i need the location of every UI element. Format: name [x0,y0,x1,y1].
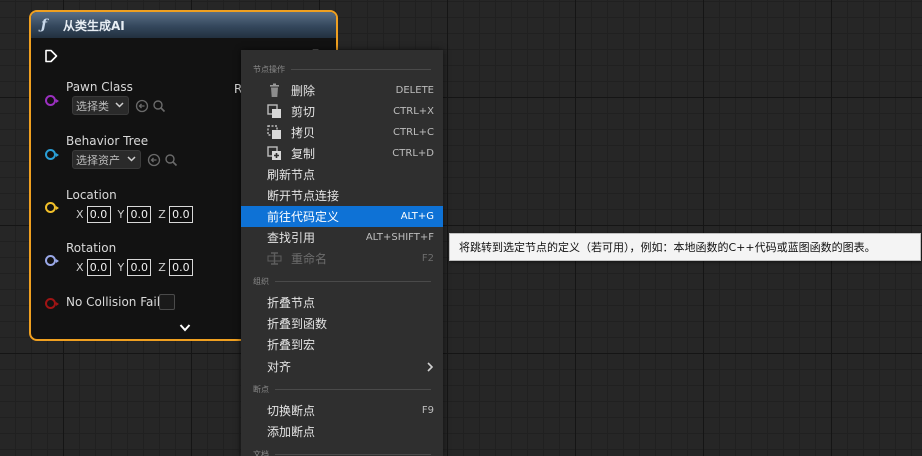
boolean-pin-icon[interactable] [45,298,59,309]
menu-item-shortcut: CTRL+D [392,148,434,159]
section-documentation: 文档 [253,448,431,456]
rotator-pin-icon[interactable] [45,255,59,266]
location-y-field[interactable]: 0.0 [127,206,152,223]
menu-item-shortcut: CTRL+X [393,106,434,117]
pin-label-behavior-tree: Behavior Tree [66,134,149,148]
expand-advanced-chevron-icon[interactable] [179,323,191,333]
menu-item-alignment[interactable]: 对齐 [241,356,443,377]
axis-z-label: Z [158,261,166,274]
pin-label-location: Location [66,188,117,202]
trash-icon [270,83,279,97]
pin-label-pawn-class: Pawn Class [66,80,133,94]
object-class-pin-icon[interactable] [45,95,59,106]
browse-search-icon[interactable] [152,99,166,113]
menu-item-find-references[interactable]: 查找引用 ALT+SHIFT+F [241,227,443,248]
section-documentation-label: 文档 [253,449,269,456]
chevron-right-icon [427,361,434,372]
section-organize: 组织 [253,275,431,287]
menu-item-label: 前往代码定义 [267,210,340,224]
menu-item-label: 添加断点 [267,425,316,439]
axis-x-label: X [76,261,84,274]
exec-input-pin-icon[interactable] [44,49,58,63]
menu-item-label: 切换断点 [267,404,316,418]
behavior-tree-picker-value: 选择资产 [76,153,120,167]
context-menu: 节点操作 删除 DELETE 剪切 CTRL+X 拷贝 CTRL+C 复制 CT… [241,50,443,456]
section-node-operations-label: 节点操作 [253,64,285,74]
pawn-class-picker[interactable]: 选择类 [72,96,129,115]
duplicate-icon [267,146,281,160]
rotation-z-field[interactable]: 0.0 [168,259,193,276]
no-collision-fail-checkbox[interactable] [159,294,175,310]
menu-item-label: 删除 [291,84,316,98]
browse-search-icon[interactable] [164,153,178,167]
menu-item-collapse-nodes[interactable]: 折叠节点 [241,292,443,313]
menu-item-shortcut: F9 [421,405,434,416]
menu-item-label: 断开节点连接 [267,189,340,203]
copy-icon [267,125,281,139]
node-title: 从类生成AI [63,18,125,33]
menu-item-collapse-to-macro[interactable]: 折叠到宏 [241,334,443,355]
vector-pin-icon[interactable] [45,202,59,213]
menu-item-duplicate[interactable]: 复制 CTRL+D [241,143,443,164]
section-breakpoints: 断点 [253,383,431,395]
menu-item-label: 对齐 [267,360,292,374]
menu-item-label: 重命名 [291,252,328,266]
menu-item-add-breakpoint[interactable]: 添加断点 [241,421,443,442]
pawn-class-picker-value: 选择类 [76,99,109,113]
rotation-y-field[interactable]: 0.0 [127,259,152,276]
menu-item-copy[interactable]: 拷贝 CTRL+C [241,122,443,143]
pin-label-no-collision-fail: No Collision Fail [66,295,161,309]
menu-item-label: 剪切 [291,105,316,119]
menu-item-break-node-links[interactable]: 断开节点连接 [241,185,443,206]
menu-item-refresh-nodes[interactable]: 刷新节点 [241,164,443,185]
section-breakpoints-label: 断点 [253,384,269,394]
location-x-field[interactable]: 0.0 [86,206,111,223]
menu-item-shortcut: F2 [421,253,434,264]
use-selected-asset-icon[interactable] [147,153,161,167]
cut-icon [267,104,281,118]
axis-y-label: Y [117,208,125,221]
rename-icon [267,252,282,265]
menu-item-shortcut: ALT+SHIFT+F [365,232,434,243]
menu-item-goto-code-definition[interactable]: 前往代码定义 ALT+G [241,206,443,227]
menu-item-collapse-to-function[interactable]: 折叠到函数 [241,313,443,334]
menu-item-label: 折叠节点 [267,296,316,310]
node-header[interactable]: ƒ 从类生成AI [31,12,336,38]
object-reference-pin-icon[interactable] [45,149,59,160]
axis-y-label: Y [117,261,125,274]
location-z-field[interactable]: 0.0 [168,206,193,223]
axis-z-label: Z [158,208,166,221]
menu-item-shortcut: CTRL+C [393,127,434,138]
menu-item-rename: 重命名 F2 [241,248,443,269]
menu-item-cut[interactable]: 剪切 CTRL+X [241,101,443,122]
tooltip: 将跳转到选定节点的定义（若可用），例如：本地函数的C++代码或蓝图函数的图表。 [449,233,921,261]
menu-item-label: 查找引用 [267,231,316,245]
pin-label-rotation: Rotation [66,241,117,255]
chevron-down-icon [127,155,136,165]
menu-item-shortcut: ALT+G [400,211,434,222]
use-selected-asset-icon[interactable] [135,99,149,113]
menu-item-label: 复制 [291,147,316,161]
section-organize-label: 组织 [253,276,269,286]
location-vector-fields: X 0.0 Y 0.0 Z 0.0 [76,206,200,223]
rotation-vector-fields: X 0.0 Y 0.0 Z 0.0 [76,259,200,276]
function-icon: ƒ [41,17,48,33]
menu-item-label: 折叠到函数 [267,317,328,331]
section-node-operations: 节点操作 [253,63,431,75]
menu-item-shortcut: DELETE [395,85,434,96]
menu-item-delete[interactable]: 删除 DELETE [241,80,443,101]
menu-item-toggle-breakpoint[interactable]: 切换断点 F9 [241,400,443,421]
chevron-down-icon [115,101,124,111]
rotation-x-field[interactable]: 0.0 [86,259,111,276]
behavior-tree-picker[interactable]: 选择资产 [72,150,141,169]
axis-x-label: X [76,208,84,221]
menu-item-label: 拷贝 [291,126,316,140]
menu-item-label: 刷新节点 [267,168,316,182]
menu-item-label: 折叠到宏 [267,338,316,352]
